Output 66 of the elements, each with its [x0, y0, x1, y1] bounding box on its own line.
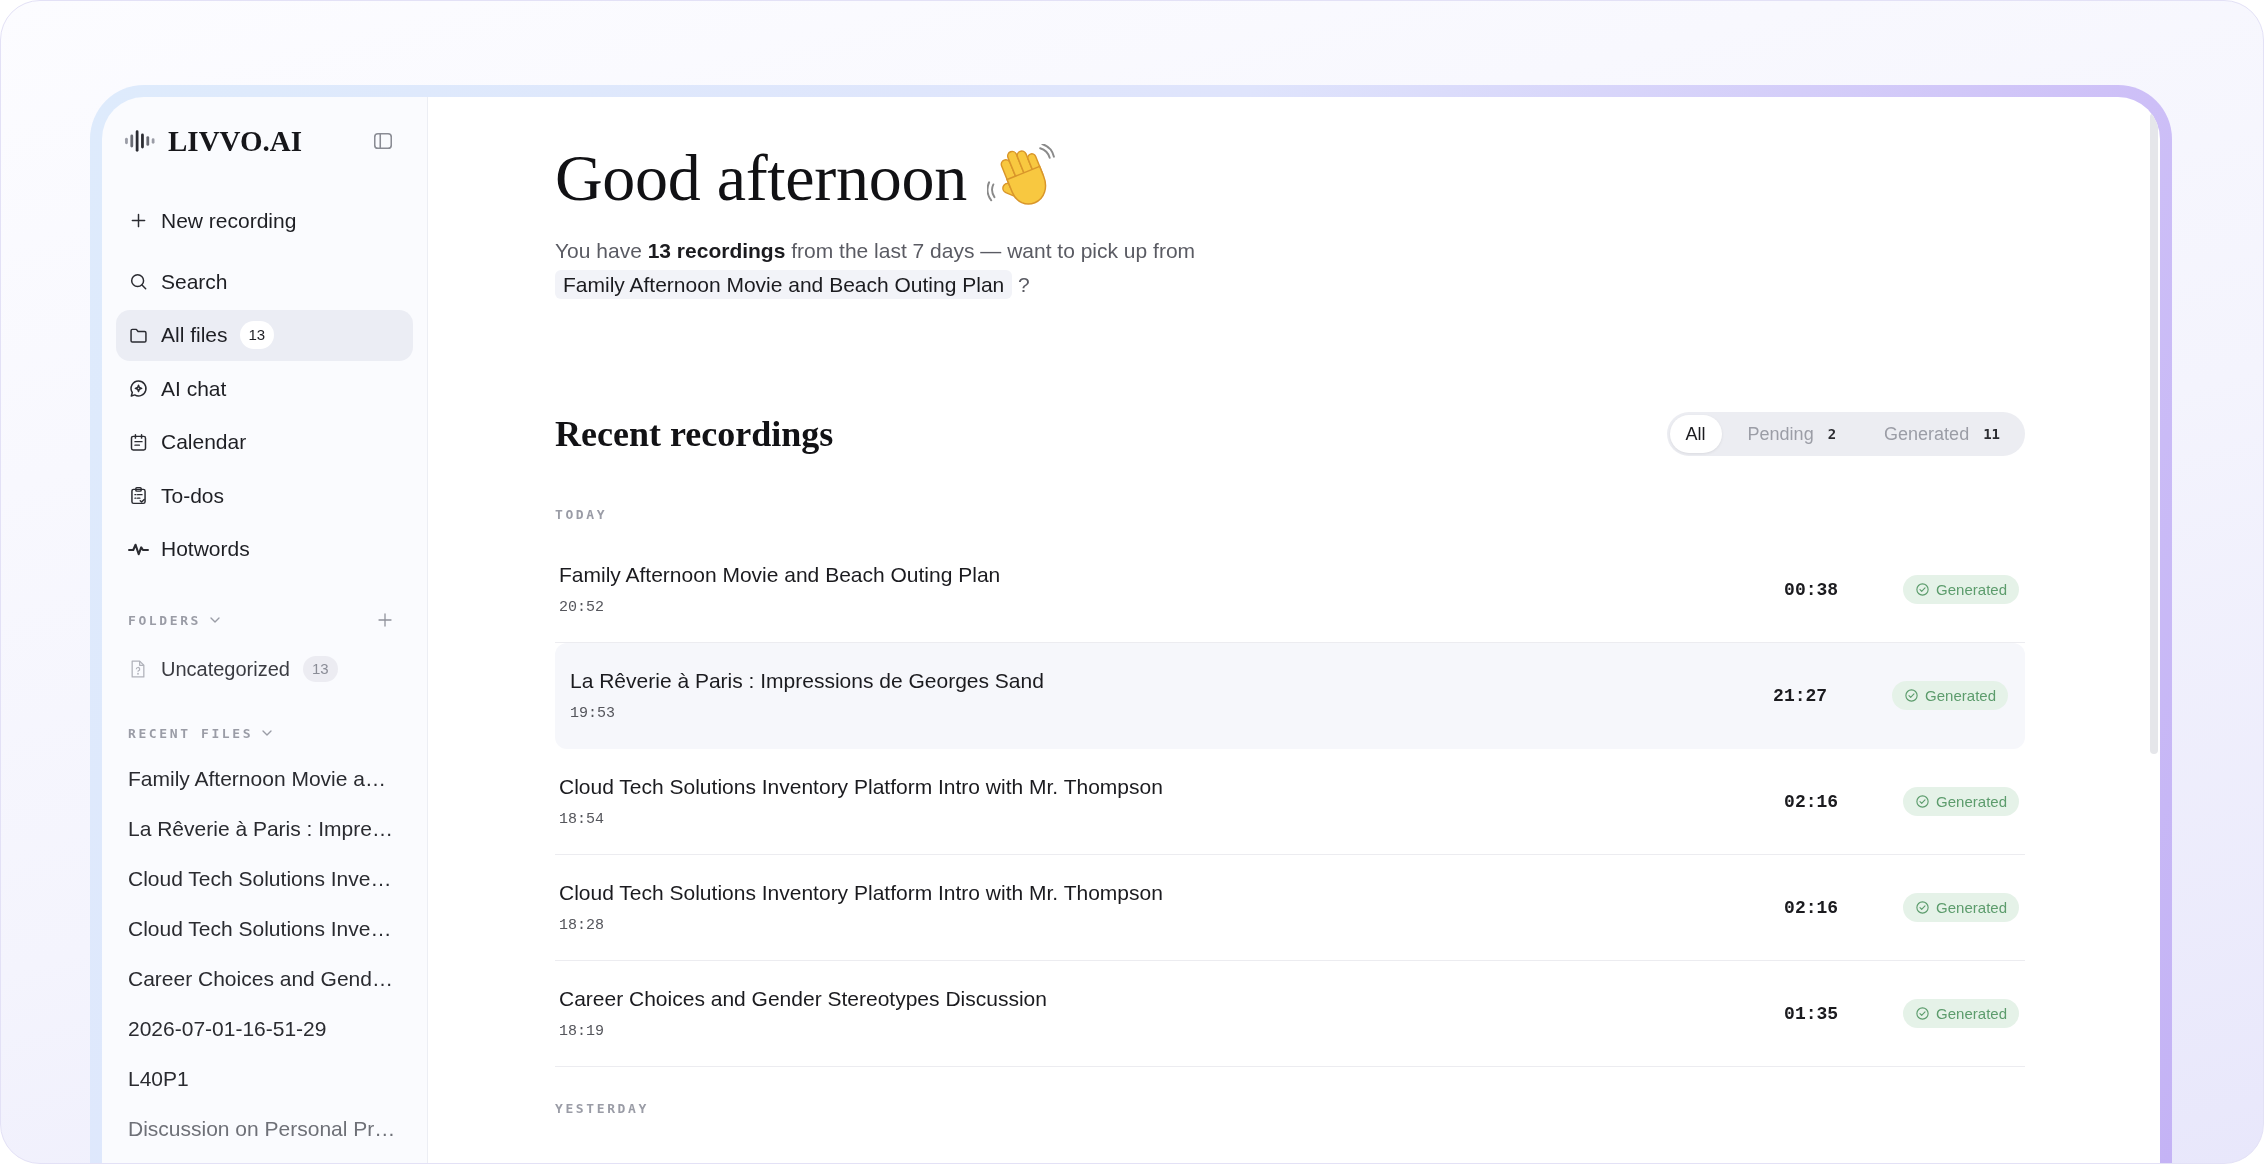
date-group-label: TODAY	[555, 506, 609, 524]
file-count-badge: 13	[239, 321, 275, 349]
recent-file-item[interactable]: L40P1	[116, 1054, 413, 1104]
sidebar-nav-item[interactable]: All files 13	[116, 309, 413, 361]
check-circle-icon	[1915, 582, 1931, 597]
recording-time: 18:28	[559, 915, 604, 936]
recording-title: La Rêverie à Paris : Impressions de Georges Sand	[570, 667, 1044, 694]
recent-file-item[interactable]: Cloud Tech Solutions Inve…	[116, 854, 413, 904]
recording-duration: 02:16	[1784, 897, 1839, 918]
recording-duration: 02:16	[1784, 791, 1839, 812]
recording-time: 18:19	[559, 1021, 604, 1042]
recent-file-item[interactable]: 2026-07-01-16-51-29	[116, 1004, 413, 1054]
recent-file-item[interactable]: Career Choices and Gend…	[116, 954, 413, 1004]
recent-file-item[interactable]: Discussion on Personal Pr…	[116, 1104, 413, 1154]
recording-row[interactable]: La Rêverie à Paris : Impressions de Georges Sand 19:53 21:27 Generated	[555, 643, 2025, 749]
check-circle-icon	[1904, 688, 1920, 703]
chat-bubble-icon	[128, 378, 149, 399]
recording-link[interactable]: Family Afternoon Movie and Beach Outing Plan	[555, 270, 1013, 299]
sidebar-nav-item[interactable]: Hotwords	[116, 523, 413, 575]
add-folder-icon[interactable]	[376, 611, 394, 629]
date-group-label: YESTERDAY	[555, 1100, 650, 1118]
clipboard-list-icon	[128, 485, 149, 506]
scrollbar-thumb[interactable]	[2150, 113, 2158, 754]
recording-time: 19:53	[570, 703, 615, 724]
sidebar-nav-item[interactable]: AI chat	[116, 363, 413, 414]
sidebar-nav-item[interactable]: Search	[116, 256, 413, 307]
brand-name: LIVVO.AI	[168, 124, 302, 158]
filter-tab[interactable]: All	[1669, 415, 1722, 453]
calendar-icon	[128, 431, 149, 453]
recording-row[interactable]: Cloud Tech Solutions Inventory Platform Intro with Mr. Thompson 18:28 02:16 Generated	[555, 855, 2025, 961]
recent-file-item[interactable]: Family Afternoon Movie a…	[116, 754, 413, 804]
sound-wave-icon	[124, 128, 156, 154]
recording-title: Family Afternoon Movie and Beach Outing Plan	[559, 561, 1001, 588]
recording-duration: 01:35	[1784, 1003, 1839, 1024]
recording-duration: 00:38	[1784, 579, 1839, 600]
recording-time: 20:52	[559, 597, 604, 618]
check-circle-icon	[1915, 900, 1931, 915]
pulse-icon	[128, 542, 149, 556]
recording-title: Cloud Tech Solutions Inventory Platform Intro with Mr. Thompson	[559, 773, 1163, 800]
recent-file-item[interactable]: La Rêverie à Paris : Impre…	[116, 804, 413, 854]
status-label: Generated	[1936, 793, 2007, 810]
filter-tab[interactable]: Generated 11	[1862, 415, 2022, 453]
sidebar-nav-item[interactable]: Calendar	[116, 416, 413, 468]
status-label: Generated	[1936, 899, 2007, 916]
recording-title: Cloud Tech Solutions Inventory Platform Intro with Mr. Thompson	[559, 879, 1163, 906]
folder-item[interactable]: Uncategorized 13	[116, 647, 413, 691]
search-icon	[128, 271, 149, 292]
recording-row[interactable]: Career Choices and Gender Stereotypes Discussion 18:19 01:35 Generated	[555, 961, 2025, 1067]
recording-title: Career Choices and Gender Stereotypes Discussion	[559, 985, 1047, 1012]
folder-count-badge: 13	[302, 656, 338, 682]
recent-file-item[interactable]: Cloud Tech Solutions Inve…	[116, 904, 413, 954]
sidebar-nav-item[interactable]: To-dos	[116, 470, 413, 521]
recording-time: 18:54	[559, 809, 604, 830]
section-title: Recent recordings	[555, 413, 834, 455]
recording-duration: 21:27	[1773, 685, 1828, 706]
status-label: Generated	[1936, 581, 2007, 598]
status-label: Generated	[1936, 1005, 2007, 1022]
status-label: Generated	[1925, 687, 1996, 704]
check-circle-icon	[1915, 1006, 1931, 1021]
sidebar-toggle-icon[interactable]	[372, 130, 394, 152]
sidebar-nav-item[interactable]: New recording	[116, 195, 413, 246]
greeting-title: Good afternoon	[555, 140, 967, 216]
filter-tab[interactable]: Pending 2	[1725, 415, 1859, 453]
check-circle-icon	[1915, 794, 1931, 809]
greeting-message: You have 13 recordings from the last 7 days — want to pick up from Family Afternoon Movie and Beach Outing Plan ?	[555, 234, 1435, 302]
recording-row[interactable]: Cloud Tech Solutions Inventory Platform Intro with Mr. Thompson 18:54 02:16 Generated	[555, 749, 2025, 855]
